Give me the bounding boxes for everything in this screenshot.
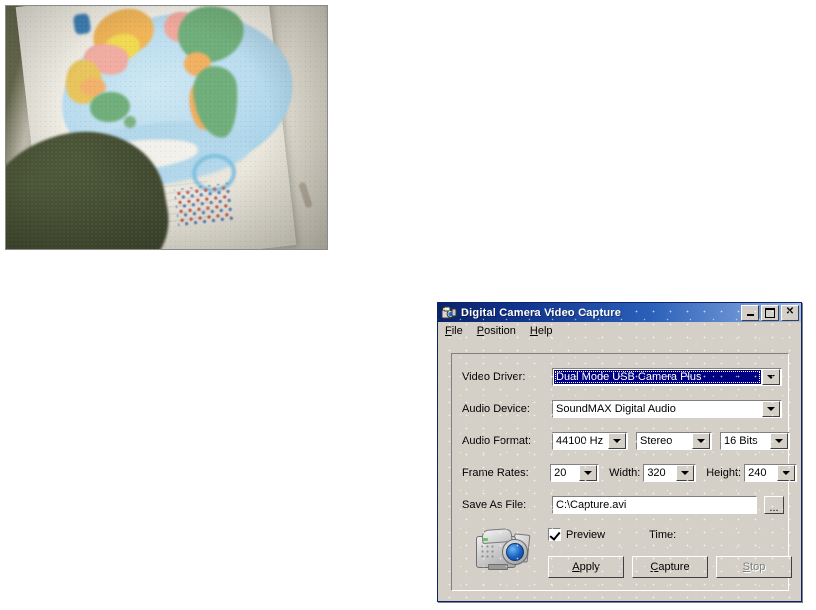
chevron-down-icon[interactable] [777,465,796,481]
menu-item-help-label: elp [537,325,553,337]
save-as-file-input[interactable]: C:\Capture.avi [552,496,757,514]
audio-format-label: Audio Format: [462,435,532,447]
close-icon: ✕ [785,306,795,317]
width-label: Width: [609,467,641,479]
height-label: Height: [706,467,742,479]
minimize-button[interactable] [741,304,759,321]
chevron-down-icon[interactable] [579,465,598,481]
chevron-down-icon[interactable] [676,465,695,481]
menu-item-position[interactable]: Position [477,325,516,337]
stop-button[interactable]: Stop [716,556,792,578]
audio-channels-combo[interactable]: Stereo [636,432,712,450]
audio-sample-rate-combo[interactable]: 44100 Hz [552,432,628,450]
row-audio-format: Audio Format: 44100 Hz Stereo 16 Bits [462,432,792,450]
checkmark-icon [548,528,561,541]
chevron-down-icon[interactable] [762,401,780,417]
video-driver-label: Video Driver: [462,371,526,383]
audio-device-combo[interactable]: SoundMAX Digital Audio [552,400,782,418]
action-buttons: Apply Capture Stop [548,556,792,578]
row-video-driver: Video Driver: Dual Mode USB Camera Plus [462,368,782,386]
minimize-icon [746,314,754,316]
close-button[interactable]: ✕ [781,304,799,321]
captured-photo [5,5,328,250]
video-driver-combo[interactable]: Dual Mode USB Camera Plus [552,368,782,386]
menu-item-position-label: osition [484,325,516,337]
video-capture-window: Digital Camera Video Capture ✕ File Posi… [437,302,802,602]
menu-item-file[interactable]: File [445,325,463,337]
chevron-down-icon[interactable] [770,433,788,449]
frame-rate-combo[interactable]: 20 [550,464,600,482]
screen: Digital Camera Video Capture ✕ File Posi… [0,0,816,610]
width-combo[interactable]: 320 [643,464,697,482]
window-title: Digital Camera Video Capture [461,306,622,319]
menu-item-help[interactable]: Help [530,325,553,337]
audio-channels-value: Stereo [640,435,673,447]
apply-button[interactable]: Apply [548,556,624,578]
browse-button[interactable]: ... [764,496,784,514]
stop-button-label: top [750,561,766,573]
chevron-down-icon[interactable] [608,433,626,449]
apply-button-label: pply [579,561,600,573]
preview-checkbox[interactable]: Preview [548,528,605,541]
camcorder-app-icon [441,306,457,320]
preview-label: Preview [566,528,606,541]
capture-button-label: apture [658,561,690,573]
time-label: Time: [649,528,677,541]
title-bar[interactable]: Digital Camera Video Capture ✕ [438,303,801,322]
row-audio-device: Audio Device: SoundMAX Digital Audio [462,400,782,418]
audio-device-label: Audio Device: [462,403,530,415]
audio-bit-depth-combo[interactable]: 16 Bits [720,432,790,450]
menu-bar: File Position Help [438,322,801,340]
frame-rate-value: 20 [554,467,567,479]
maximize-icon [765,307,775,318]
frame-rates-label: Frame Rates: [462,467,529,479]
row-save-as-file: Save As File: C:\Capture.avi ... [462,496,792,514]
width-value: 320 [647,467,666,479]
camcorder-icon [474,526,531,570]
photo-vignette [6,6,327,249]
settings-group: Video Driver: Dual Mode USB Camera Plus … [451,353,798,591]
menu-item-file-label: ile [451,325,463,337]
audio-sample-rate-value: 44100 Hz [556,435,604,447]
height-combo[interactable]: 240 [744,464,798,482]
height-value: 240 [748,467,767,479]
row-preview: Preview Time: [548,528,682,541]
save-as-file-label: Save As File: [462,499,527,511]
chevron-down-icon[interactable] [762,369,780,385]
audio-bit-depth-value: 16 Bits [724,435,758,447]
audio-device-value: SoundMAX Digital Audio [556,403,676,415]
capture-button[interactable]: Capture [632,556,708,578]
video-driver-value: Dual Mode USB Camera Plus [554,370,761,384]
chevron-down-icon[interactable] [692,433,710,449]
maximize-button[interactable] [761,304,779,321]
row-frame-size: Frame Rates: 20 Width: 320 Height: 240 [462,464,798,482]
window-controls: ✕ [741,304,799,321]
